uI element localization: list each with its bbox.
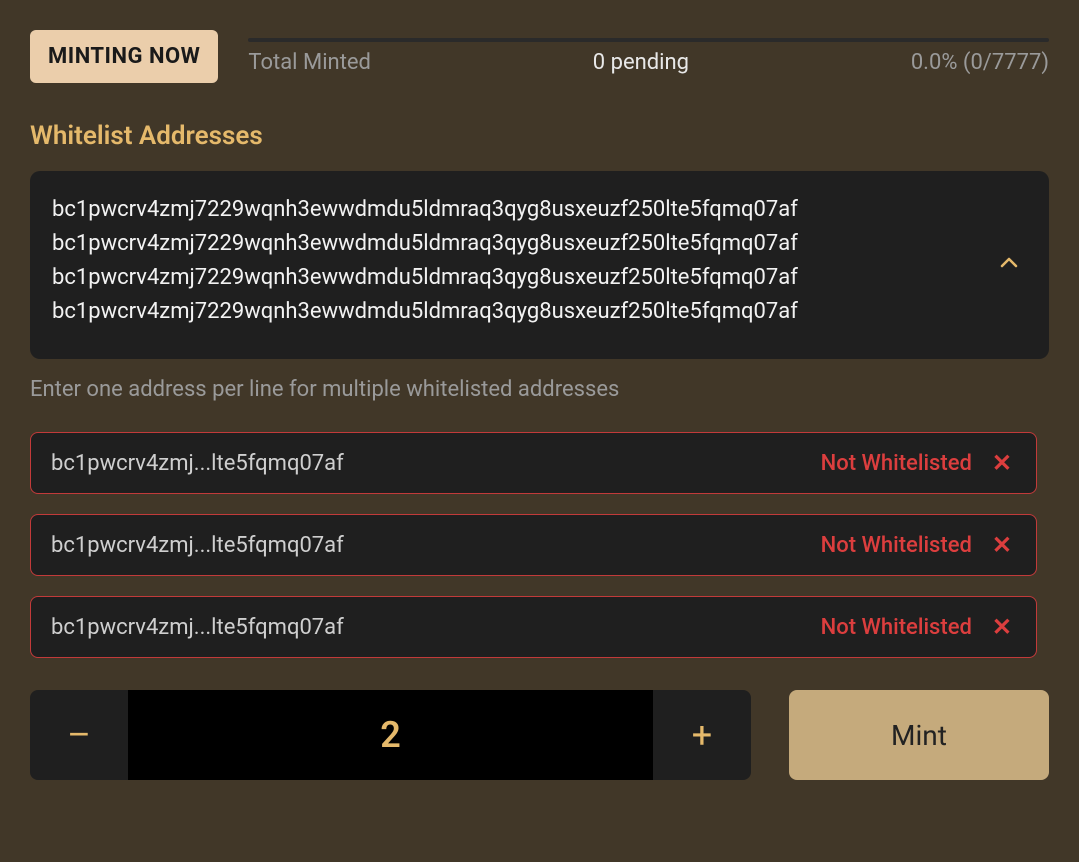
pending-label: 0 pending (593, 50, 689, 75)
progress-percent-label: 0.0% (0/7777) (911, 50, 1049, 75)
decrement-button[interactable]: – (30, 690, 128, 780)
entry-status: Not Whitelisted (821, 615, 972, 640)
chevron-up-icon[interactable] (997, 251, 1021, 279)
close-icon[interactable]: ✕ (988, 531, 1016, 559)
whitelist-textarea-container (30, 171, 1049, 359)
progress-labels: Total Minted 0 pending 0.0% (0/7777) (248, 50, 1049, 75)
minting-now-badge: MINTING NOW (30, 30, 218, 83)
whitelist-entry: bc1pwcrv4zmj...lte5fqmq07af Not Whitelis… (30, 596, 1037, 658)
bottom-row: – 2 + Mint (30, 690, 1049, 780)
entry-address: bc1pwcrv4zmj...lte5fqmq07af (51, 615, 805, 640)
total-minted-label: Total Minted (248, 50, 371, 75)
entry-address: bc1pwcrv4zmj...lte5fqmq07af (51, 533, 805, 558)
whitelist-entry: bc1pwcrv4zmj...lte5fqmq07af Not Whitelis… (30, 432, 1037, 494)
whitelist-textarea[interactable] (52, 193, 979, 333)
progress-bar (248, 38, 1049, 42)
progress-section: Total Minted 0 pending 0.0% (0/7777) (248, 38, 1049, 75)
mint-button[interactable]: Mint (789, 690, 1049, 780)
entry-address: bc1pwcrv4zmj...lte5fqmq07af (51, 451, 805, 476)
entry-status: Not Whitelisted (821, 533, 972, 558)
increment-button[interactable]: + (653, 690, 751, 780)
whitelist-title: Whitelist Addresses (30, 121, 1049, 151)
quantity-stepper: – 2 + (30, 690, 751, 780)
whitelist-entry: bc1pwcrv4zmj...lte5fqmq07af Not Whitelis… (30, 514, 1037, 576)
status-row: MINTING NOW Total Minted 0 pending 0.0% … (30, 30, 1049, 83)
entry-status: Not Whitelisted (821, 451, 972, 476)
quantity-value[interactable]: 2 (128, 690, 653, 780)
close-icon[interactable]: ✕ (988, 613, 1016, 641)
whitelist-entries-list[interactable]: bc1pwcrv4zmj...lte5fqmq07af Not Whitelis… (30, 432, 1049, 658)
whitelist-hint: Enter one address per line for multiple … (30, 377, 1049, 402)
close-icon[interactable]: ✕ (988, 449, 1016, 477)
